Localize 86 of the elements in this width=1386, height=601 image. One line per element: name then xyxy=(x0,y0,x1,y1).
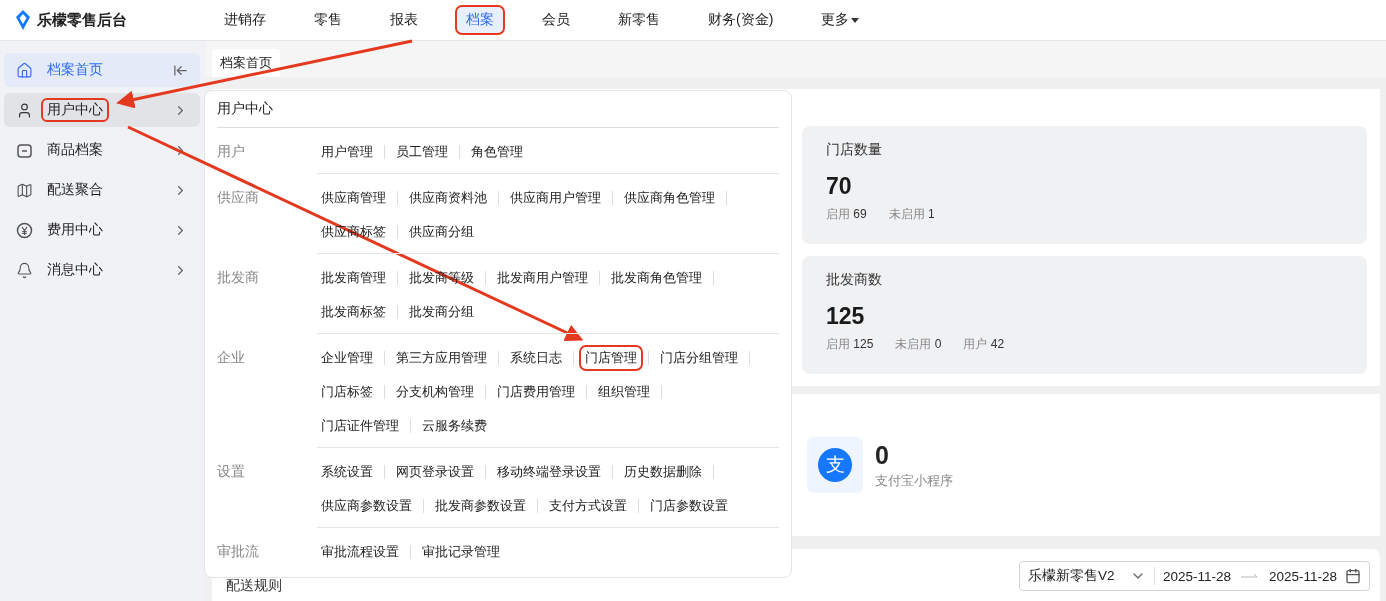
sidebar-label: 消息中心 xyxy=(46,261,104,279)
menu-link[interactable]: 供应商分组 xyxy=(405,221,478,243)
nav-tab[interactable]: 会员 xyxy=(533,7,579,33)
stat-text: 未启用 0 xyxy=(895,336,942,353)
sidebar-label: 配送聚合 xyxy=(46,181,104,199)
nav-tab[interactable]: 财务(资金) xyxy=(699,7,783,33)
menu-link[interactable]: 门店管理 xyxy=(581,347,641,369)
menu-link[interactable]: 供应商管理 xyxy=(317,187,390,209)
card-title: 批发商数 xyxy=(826,271,883,289)
menu-link[interactable]: 审批流程设置 xyxy=(317,541,403,563)
stat-text: 用户 42 xyxy=(963,336,1005,353)
menu-link[interactable]: 门店费用管理 xyxy=(493,381,579,403)
card-value: 70 xyxy=(826,173,853,200)
payment-logo: 支 xyxy=(818,448,852,482)
sidebar-label: 商品档案 xyxy=(46,141,104,159)
menu-link[interactable]: 供应商资料池 xyxy=(405,187,491,209)
sidebar-item[interactable]: 配送聚合 xyxy=(4,173,200,207)
menu-link[interactable]: 批发商分组 xyxy=(405,301,478,323)
menu-link[interactable]: 批发商参数设置 xyxy=(431,495,530,517)
menu-link[interactable]: 组织管理 xyxy=(594,381,654,403)
menu-link[interactable]: 第三方应用管理 xyxy=(392,347,491,369)
map-icon xyxy=(16,181,33,199)
home-icon xyxy=(16,61,33,79)
sidebar-item[interactable]: 用户中心 xyxy=(4,93,200,127)
section-label: 批发商 xyxy=(217,269,260,287)
menu-link[interactable]: 供应商角色管理 xyxy=(620,187,719,209)
menu-link[interactable]: 批发商用户管理 xyxy=(493,267,592,289)
menu-link[interactable]: 门店分组管理 xyxy=(656,347,742,369)
nav-tab[interactable]: 新零售 xyxy=(609,7,669,33)
filter-field[interactable]: 乐檬新零售V2 2025-11-28 2025-11-28 xyxy=(1018,561,1370,591)
menu-link[interactable]: 企业管理 xyxy=(317,347,377,369)
section-label: 审批流 xyxy=(217,543,260,561)
caret-icon xyxy=(851,17,860,23)
menu-link[interactable]: 云服务续费 xyxy=(418,415,491,437)
section-label: 设置 xyxy=(217,463,246,481)
sidebar-label: 费用中心 xyxy=(46,221,104,239)
menu-link[interactable]: 分支机构管理 xyxy=(392,381,478,403)
nav-tab[interactable]: 档案 xyxy=(457,7,503,33)
menu-link[interactable]: 门店证件管理 xyxy=(317,415,403,437)
stat-text: 启用 69 xyxy=(826,206,867,223)
menu-link[interactable]: 移动终端登录设置 xyxy=(493,461,605,483)
card-title: 门店数量 xyxy=(826,141,883,159)
logo-icon xyxy=(14,10,32,30)
menu-link[interactable]: 批发商管理 xyxy=(317,267,390,289)
menu-link[interactable]: 历史数据删除 xyxy=(620,461,706,483)
card-value: 125 xyxy=(826,303,866,330)
nav-tab[interactable]: 更多 xyxy=(812,7,869,33)
channel-label: 支付宝小程序 xyxy=(875,471,953,490)
stat-text: 未启用 1 xyxy=(888,206,935,223)
menu-link[interactable]: 网页登录设置 xyxy=(392,461,478,483)
user-icon xyxy=(16,101,33,119)
sidebar-item[interactable]: 消息中心 xyxy=(4,253,200,287)
menu-link[interactable]: 批发商角色管理 xyxy=(607,267,706,289)
menu-link[interactable]: 员工管理 xyxy=(392,141,452,163)
sidebar-item[interactable]: 费用中心 xyxy=(4,213,200,247)
menu-link[interactable]: 供应商参数设置 xyxy=(317,495,416,517)
menu-link[interactable]: 系统日志 xyxy=(506,347,566,369)
menu-link[interactable]: 支付方式设置 xyxy=(545,495,631,517)
menu-link[interactable]: 用户管理 xyxy=(317,141,377,163)
menu-link[interactable]: 供应商用户管理 xyxy=(506,187,605,209)
sidebar-label: 用户中心 xyxy=(43,100,107,120)
sidebar-item[interactable]: 档案首页 xyxy=(4,53,200,87)
nav-tab[interactable]: 报表 xyxy=(381,7,427,33)
panel-title: 配送规则 xyxy=(226,577,282,595)
stat-text: 启用 125 xyxy=(826,336,874,353)
calendar-icon xyxy=(1345,568,1361,584)
nav-tab[interactable]: 进销存 xyxy=(215,7,275,33)
section-label: 供应商 xyxy=(217,189,260,207)
section-label: 企业 xyxy=(217,349,246,367)
menu-link[interactable]: 门店标签 xyxy=(317,381,377,403)
menu-link[interactable]: 系统设置 xyxy=(317,461,377,483)
yen-coin-icon xyxy=(16,221,33,239)
sidebar-item[interactable]: 商品档案 xyxy=(4,133,200,167)
section-label: 用户 xyxy=(217,143,246,161)
menu-title: 用户中心 xyxy=(217,100,273,118)
channel-count: 0 xyxy=(875,440,890,470)
menu-link[interactable]: 批发商标签 xyxy=(317,301,390,323)
bell-icon xyxy=(16,261,33,279)
menu-link[interactable]: 审批记录管理 xyxy=(418,541,504,563)
page-tab[interactable]: 档案首页 xyxy=(212,49,280,77)
sidebar-label: 档案首页 xyxy=(46,61,104,79)
menu-link[interactable]: 门店参数设置 xyxy=(646,495,732,517)
nav-tab[interactable]: 零售 xyxy=(305,7,351,33)
app-name: 乐檬零售后台 xyxy=(37,10,127,30)
menu-link[interactable]: 角色管理 xyxy=(467,141,527,163)
box-icon xyxy=(16,141,33,159)
